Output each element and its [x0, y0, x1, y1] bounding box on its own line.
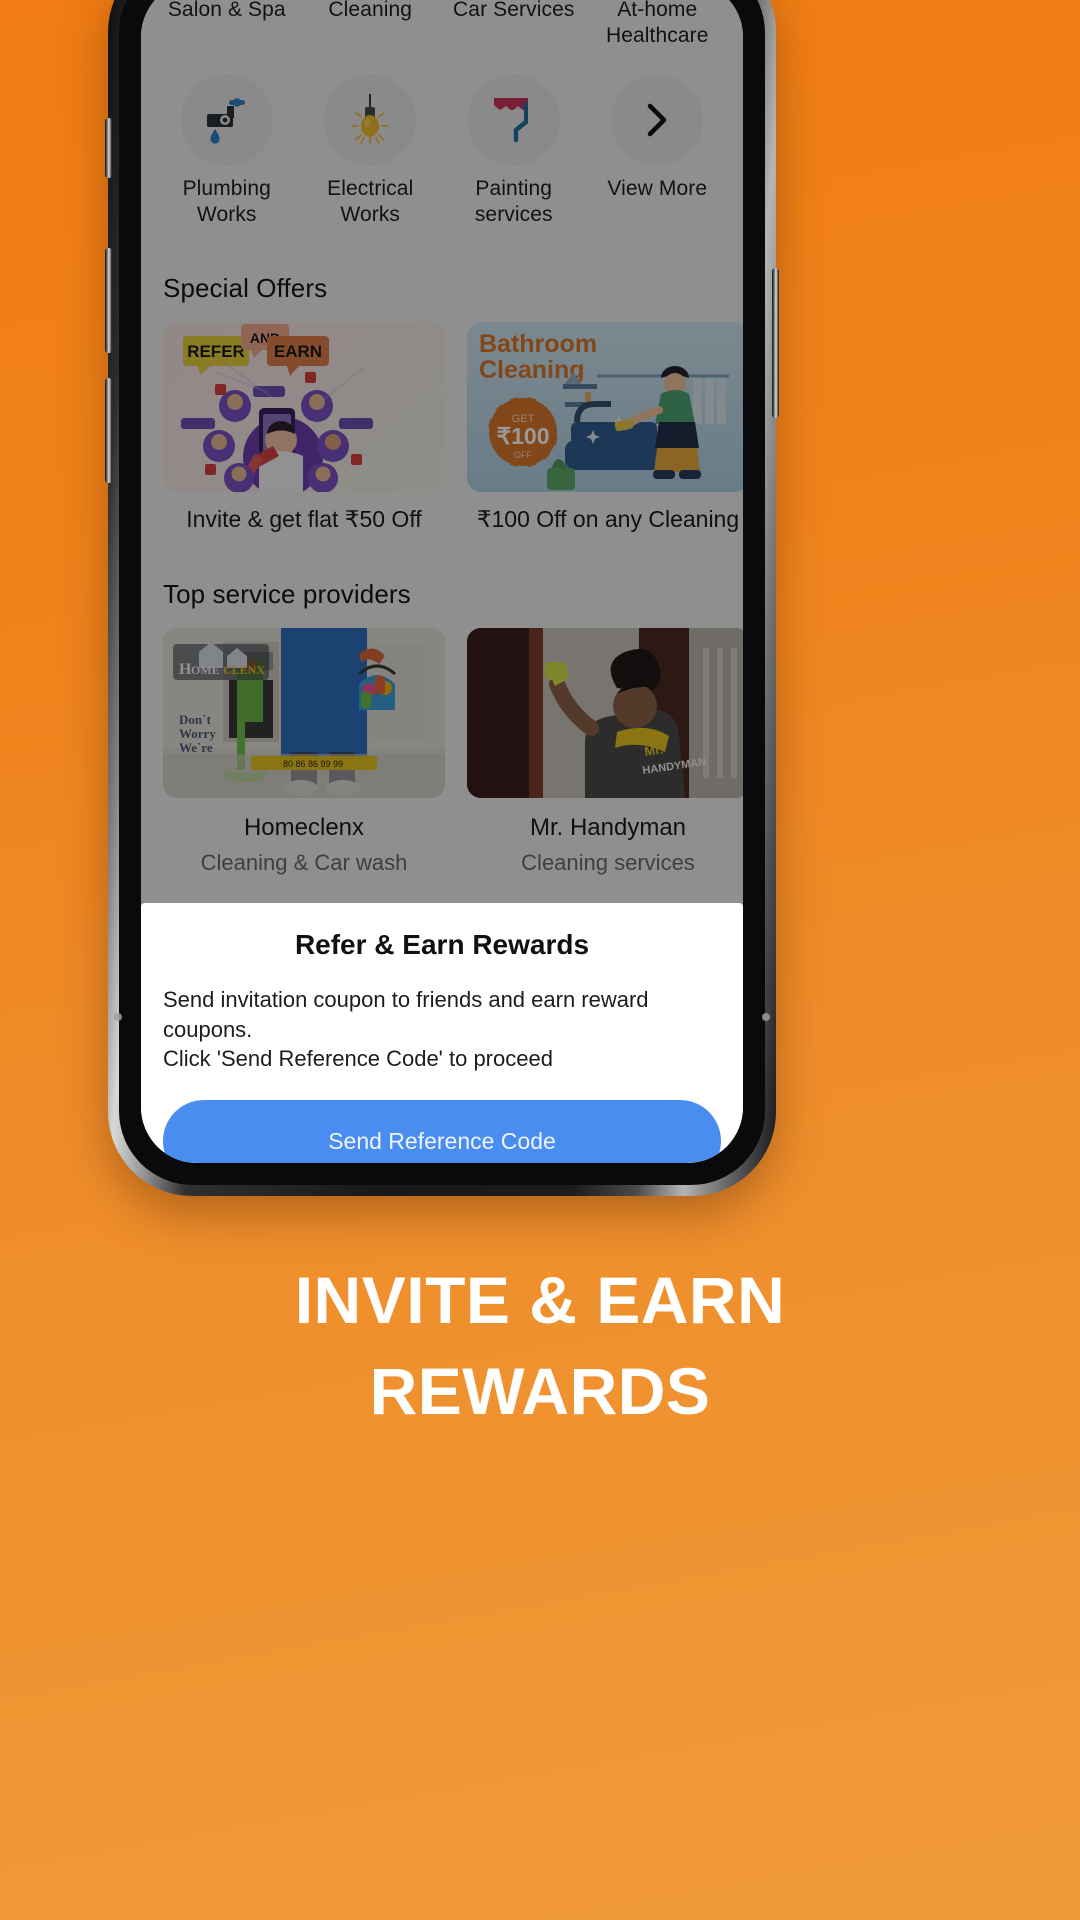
- svg-text:CLENX: CLENX: [223, 663, 265, 677]
- svg-text:Bathroom: Bathroom: [479, 330, 597, 358]
- top-providers-carousel[interactable]: 80 86 86 99 99 H OME CLENX Don`t Worry W…: [141, 628, 743, 876]
- category-item-view-more[interactable]: View More: [586, 74, 730, 227]
- top-providers-title: Top service providers: [163, 579, 411, 610]
- category-label: Plumbing Works: [182, 177, 271, 226]
- category-label: At-home Healthcare: [605, 0, 709, 47]
- special-offers-carousel[interactable]: REFER AND EARN Invite & get flat ₹50 Off…: [141, 322, 743, 533]
- provider-image: Mr. HANDYMAN: [467, 628, 743, 799]
- refer-and-earn-illustration: REFER AND EARN: [181, 324, 373, 493]
- lightbulb-icon: [351, 94, 390, 146]
- poster-headline-line-1: INVITE & EARN: [294, 1263, 786, 1337]
- category-item-plumbing[interactable]: Plumbing Works: [155, 74, 299, 227]
- provider-card[interactable]: 80 86 86 99 99 H OME CLENX Don`t Worry W…: [163, 628, 445, 876]
- homeclenx-photo: 80 86 86 99 99 H OME CLENX Don`t Worry W…: [163, 628, 445, 799]
- phone-volume-up-button: [105, 248, 112, 353]
- category-item-electrical[interactable]: Electrical Works: [299, 74, 443, 227]
- faucet-icon-wrapper: [180, 74, 273, 167]
- phone-volume-down-button: [105, 378, 112, 483]
- category-grid-row-2: Plumbing Works Electrical Works Painting…: [141, 74, 743, 227]
- offer-caption: ₹100 Off on any Cleaning: [476, 506, 740, 533]
- poster-headline-line-2: REWARDS: [369, 1354, 711, 1429]
- svg-text:Mr.: Mr.: [643, 742, 664, 759]
- category-item-car-services[interactable]: Car Services: [442, 0, 586, 48]
- svg-text:80 86 86 99 99: 80 86 86 99 99: [283, 759, 343, 769]
- offer-card[interactable]: Bathroom Cleaning GET ₹100 OFF ₹100 Off …: [467, 322, 743, 533]
- phone-bezel: Salon & Spa Cleaning Car Services At-hom…: [119, 0, 765, 1185]
- faucet-icon: [206, 98, 245, 144]
- category-label: Salon & Spa: [167, 0, 286, 21]
- special-offers-title: Special Offers: [163, 273, 328, 304]
- app-viewport: Salon & Spa Cleaning Car Services At-hom…: [141, 0, 743, 1163]
- provider-service: Cleaning services: [521, 850, 695, 876]
- chevron-right-icon: [648, 103, 667, 137]
- svg-text:₹100: ₹100: [496, 423, 549, 449]
- phone-mute-switch: [105, 118, 112, 178]
- sheet-description-line-2: Click 'Send Reference Code' to proceed: [163, 1046, 553, 1072]
- sheet-title: Refer & Earn Rewards: [294, 929, 590, 960]
- svg-text:EARN: EARN: [274, 342, 322, 361]
- paint-roller-icon-wrapper: [467, 74, 560, 167]
- category-label: Electrical Works: [327, 177, 414, 226]
- svg-text:We`re: We`re: [179, 740, 213, 755]
- bathroom-cleaning-illustration: Bathroom Cleaning GET ₹100 OFF: [479, 330, 729, 491]
- offer-banner-image: Bathroom Cleaning GET ₹100 OFF: [467, 322, 743, 493]
- category-grid-row-1: Salon & Spa Cleaning Car Services At-hom…: [141, 0, 743, 48]
- svg-text:OFF: OFF: [514, 450, 532, 460]
- sheet-description-line-1: Send invitation coupon to friends and ea…: [163, 987, 649, 1042]
- provider-image: 80 86 86 99 99 H OME CLENX Don`t Worry W…: [163, 628, 445, 799]
- provider-name: Mr. Handyman: [529, 814, 687, 842]
- phone-frame-dot-left: [114, 1013, 122, 1021]
- provider-service: Cleaning & Car wash: [200, 850, 408, 876]
- phone-power-button: [772, 268, 779, 418]
- svg-text:Don`t: Don`t: [179, 712, 211, 727]
- offer-card[interactable]: REFER AND EARN Invite & get flat ₹50 Off: [163, 322, 445, 533]
- offer-caption: Invite & get flat ₹50 Off: [186, 506, 422, 533]
- phone-screen: Salon & Spa Cleaning Car Services At-hom…: [141, 0, 743, 1163]
- handyman-photo: Mr. HANDYMAN: [467, 628, 743, 799]
- svg-text:REFER: REFER: [187, 342, 245, 361]
- category-item-cleaning[interactable]: Cleaning: [299, 0, 443, 48]
- phone-mockup: Salon & Spa Cleaning Car Services At-hom…: [105, 0, 779, 1196]
- send-reference-code-button[interactable]: Send Reference Code: [163, 1100, 721, 1163]
- sheet-description: Send invitation coupon to friends and ea…: [163, 985, 721, 1074]
- paint-roller-icon: [493, 98, 528, 143]
- provider-name: Homeclenx: [243, 814, 365, 842]
- chevron-right-icon-wrapper: [611, 74, 704, 167]
- provider-card[interactable]: Mr. HANDYMAN Mr. Handyman Cleaning servi…: [467, 628, 743, 876]
- category-item-painting[interactable]: Painting services: [442, 74, 586, 227]
- category-label: View More: [607, 177, 708, 201]
- category-label: Car Services: [453, 0, 575, 21]
- category-label: Painting services: [474, 177, 553, 226]
- offer-banner-image: REFER AND EARN: [163, 322, 445, 493]
- category-item-healthcare[interactable]: At-home Healthcare: [586, 0, 730, 48]
- category-label: Cleaning: [328, 0, 413, 21]
- svg-text:Worry: Worry: [179, 726, 216, 741]
- svg-text:OME: OME: [191, 663, 220, 677]
- lightbulb-icon-wrapper: [324, 74, 417, 167]
- phone-frame-dot-right: [762, 1013, 770, 1021]
- category-item-salon[interactable]: Salon & Spa: [155, 0, 299, 48]
- poster-headline: INVITE & EARN REWARDS: [0, 1255, 1080, 1437]
- refer-earn-bottom-sheet: Refer & Earn Rewards Send invitation cou…: [141, 903, 743, 1163]
